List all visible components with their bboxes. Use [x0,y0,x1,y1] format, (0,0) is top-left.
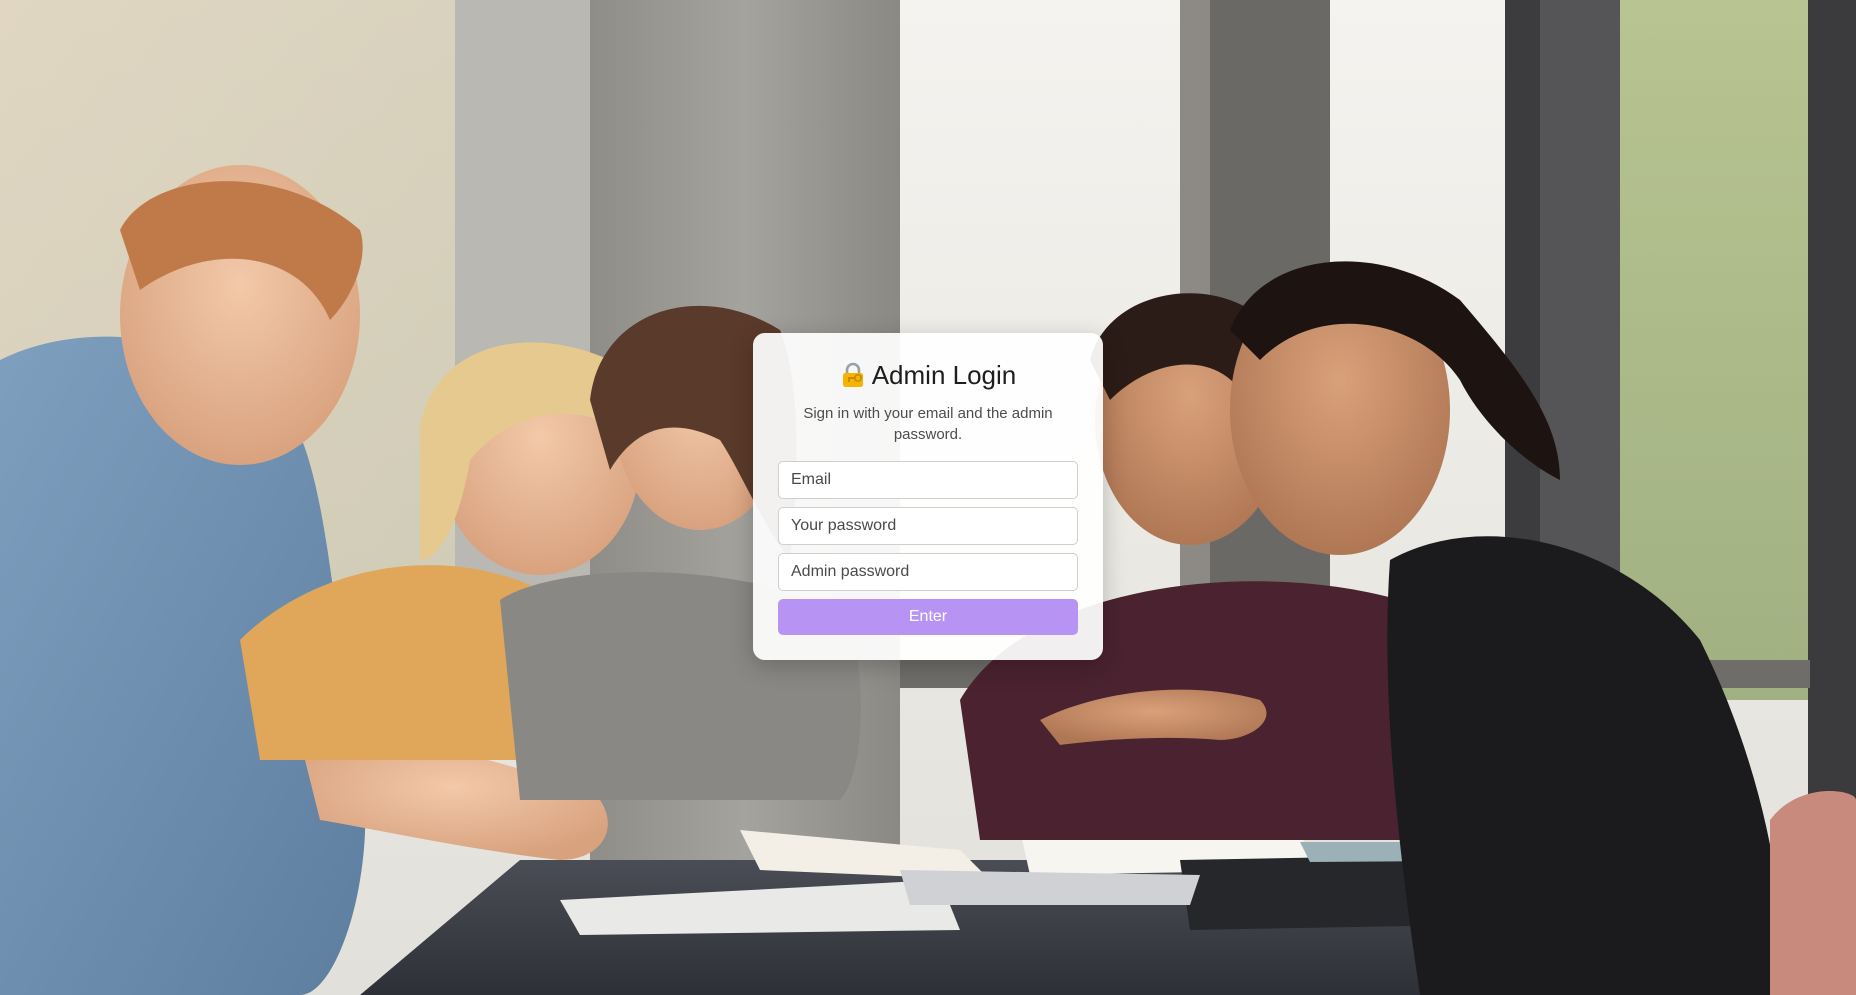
login-title: Admin Login [778,357,1078,393]
admin-password-field[interactable] [778,553,1078,591]
admin-login-card: Admin Login Sign in with your email and … [753,333,1103,660]
enter-button[interactable]: Enter [778,599,1078,635]
login-title-text: Admin Login [871,359,1017,390]
password-field[interactable] [778,507,1078,545]
login-form [778,461,1078,591]
lock-key-icon [840,362,866,388]
login-page: Admin Login Sign in with your email and … [0,0,1856,995]
email-field[interactable] [778,461,1078,499]
login-subtitle: Sign in with your email and the admin pa… [803,405,1053,443]
